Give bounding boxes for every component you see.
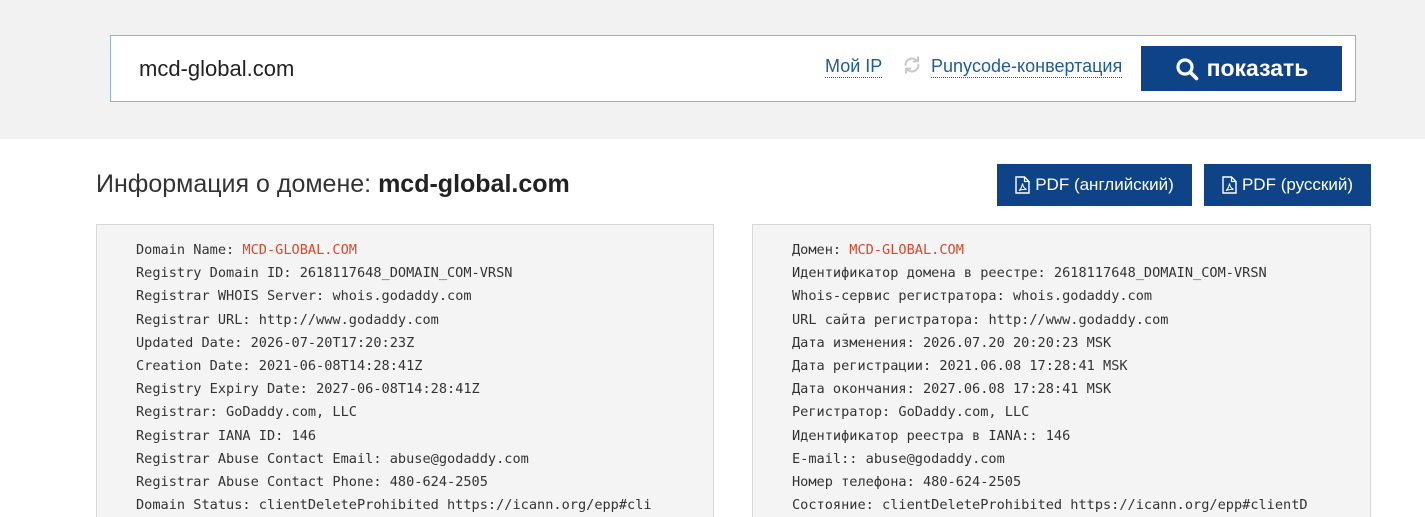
search-icon: [1175, 57, 1198, 80]
pdf-file-icon: [1015, 176, 1030, 194]
whois-line: Domain Status: clientDeleteProhibited ht…: [136, 497, 652, 514]
whois-line: Дата регистрации: 2021.06.08 17:28:41 MS…: [792, 358, 1128, 375]
whois-line: Whois-сервис регистратора: whois.godaddy…: [792, 288, 1153, 305]
punycode-link[interactable]: Punycode-конвертация: [931, 55, 1123, 78]
whois-line: E-mail:: abuse@godaddy.com: [792, 450, 1005, 467]
whois-line: Registrar IANA ID: 146: [136, 427, 317, 444]
pdf-russian-label: PDF (русский): [1241, 175, 1354, 194]
whois-line: Updated Date: 2026-07-20T17:20:23Z: [136, 334, 415, 351]
pdf-russian-button[interactable]: PDF (русский): [1204, 164, 1371, 206]
whois-line: URL сайта регистратора: http://www.godad…: [792, 311, 1169, 328]
whois-line: Creation Date: 2021-06-08T14:28:41Z: [136, 358, 423, 375]
whois-line: Идентификатор реестра в IANA:: 146: [792, 427, 1071, 444]
page-title-domain: mcd-global.com: [378, 170, 570, 198]
pdf-file-icon: [1222, 176, 1237, 194]
search-bar: Мой IP Punycode-конвертация показать: [110, 35, 1356, 102]
page-title: Информация о домене: mcd-global.com: [96, 170, 570, 199]
my-ip-link[interactable]: Мой IP: [825, 55, 883, 78]
whois-line: Номер телефона: 480-624-2505: [792, 474, 1022, 491]
whois-line: Домен: MCD-GLOBAL.COM: [792, 242, 964, 258]
whois-line: Registrar WHOIS Server: whois.godaddy.co…: [136, 288, 472, 305]
page-title-prefix: Информация о домене:: [96, 170, 372, 198]
show-button-label: показать: [1206, 55, 1309, 81]
whois-line: Состояние: clientDeleteProhibited https:…: [792, 497, 1308, 514]
domain-search-input[interactable]: [139, 52, 779, 86]
whois-line: Domain Name: MCD-GLOBAL.COM: [136, 242, 357, 258]
show-button[interactable]: показать: [1141, 46, 1342, 91]
refresh-icon: [904, 56, 920, 74]
whois-line: Registrar URL: http://www.godaddy.com: [136, 311, 439, 328]
whois-english-panel: Domain Name: MCD-GLOBAL.COM Registry Dom…: [96, 224, 714, 517]
whois-line: Registry Expiry Date: 2027-06-08T14:28:4…: [136, 381, 480, 398]
pdf-english-label: PDF (английский): [1035, 175, 1174, 194]
whois-line: Registrar Abuse Contact Email: abuse@god…: [136, 450, 529, 467]
whois-line: Registrar: GoDaddy.com, LLC: [136, 404, 357, 421]
whois-russian-panel: Домен: MCD-GLOBAL.COM Идентификатор доме…: [752, 224, 1371, 517]
pdf-english-button[interactable]: PDF (английский): [997, 164, 1192, 206]
whois-line: Регистратор: GoDaddy.com, LLC: [792, 404, 1030, 421]
whois-line: Registry Domain ID: 2618117648_DOMAIN_CO…: [136, 265, 513, 282]
whois-line: Идентификатор домена в реестре: 26181176…: [792, 265, 1267, 282]
whois-line: Дата окончания: 2027.06.08 17:28:41 MSK: [792, 381, 1112, 398]
whois-line: Registrar Abuse Contact Phone: 480-624-2…: [136, 474, 488, 491]
whois-line: Дата изменения: 2026.07.20 20:20:23 MSK: [792, 334, 1112, 351]
